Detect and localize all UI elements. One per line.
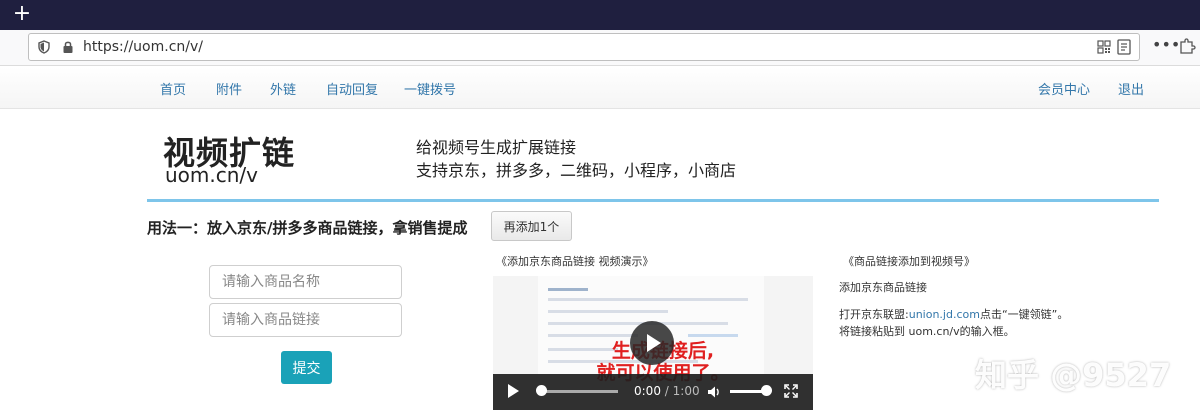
header-divider	[147, 199, 1159, 202]
new-tab-button[interactable]: +	[10, 3, 34, 27]
nav-external-links[interactable]: 外链	[270, 79, 296, 98]
site-nav: 首页 附件 外链 自动回复 一键拨号 会员中心 退出	[0, 67, 1200, 109]
video-controls: 0:00 / 1:00	[493, 374, 813, 410]
site-subtitle: uom.cn/v	[165, 163, 258, 187]
progress-thumb[interactable]	[536, 385, 547, 396]
current-time: 0:00	[634, 384, 661, 398]
puzzle-icon[interactable]	[1178, 37, 1196, 55]
volume-icon[interactable]	[706, 384, 722, 400]
duration: / 1:00	[664, 384, 700, 398]
right-instruction-2: 将链接粘贴到 uom.cn/v的输入框。	[839, 325, 1015, 338]
lock-icon[interactable]	[61, 40, 75, 54]
usage-heading: 用法一：放入京东/拼多多商品链接，拿销售提成	[147, 219, 468, 237]
qr-code-icon[interactable]	[1097, 40, 1111, 54]
time-display: 0:00 / 1:00	[634, 384, 700, 398]
product-name-input[interactable]	[209, 265, 402, 299]
big-play-icon[interactable]	[630, 321, 674, 365]
right-title: 《商品链接添加到视频号》	[843, 255, 975, 268]
play-icon[interactable]	[508, 384, 519, 398]
browser-toolbar: https://uom.cn/v/ •••	[0, 30, 1200, 66]
tagline-1: 给视频号生成扩展链接	[416, 138, 577, 157]
add-another-button[interactable]: 再添加1个	[491, 211, 572, 241]
product-link-input[interactable]	[209, 303, 402, 337]
nav-one-click-dial[interactable]: 一键拨号	[404, 79, 456, 98]
instruction-suffix: 点击“一键领链”。	[979, 308, 1069, 321]
watermark: 知乎 @9527	[975, 356, 1172, 394]
progress-track[interactable]	[538, 390, 618, 393]
tagline-2: 支持京东，拼多多，二维码，小程序，小商店	[416, 161, 737, 180]
tab-strip: +	[0, 0, 1200, 30]
video-caption: 《添加京东商品链接 视频演示》	[496, 255, 654, 268]
nav-attachments[interactable]: 附件	[216, 79, 242, 98]
reader-view-icon[interactable]	[1117, 39, 1131, 55]
volume-thumb[interactable]	[761, 385, 772, 396]
right-instruction-1: 打开京东联盟:union.jd.com点击“一键领链”。	[839, 306, 1068, 322]
jd-union-link[interactable]: union.jd.com	[909, 308, 980, 321]
more-menu-icon[interactable]: •••	[1152, 36, 1180, 56]
fullscreen-icon[interactable]	[784, 384, 798, 398]
nav-member-center[interactable]: 会员中心	[1038, 79, 1090, 98]
address-bar[interactable]: https://uom.cn/v/	[28, 33, 1140, 61]
submit-button[interactable]: 提交	[281, 351, 332, 384]
right-subtitle: 添加京东商品链接	[839, 281, 927, 294]
nav-logout[interactable]: 退出	[1118, 79, 1144, 98]
nav-auto-reply[interactable]: 自动回复	[326, 79, 378, 98]
demo-video[interactable]: 生成链接后, 就可以使用了。 0:00 / 1:00	[493, 276, 813, 410]
instruction-prefix: 打开京东联盟:	[839, 308, 909, 321]
nav-home[interactable]: 首页	[160, 79, 186, 98]
url-text[interactable]: https://uom.cn/v/	[83, 39, 203, 55]
shield-icon[interactable]	[37, 40, 51, 54]
